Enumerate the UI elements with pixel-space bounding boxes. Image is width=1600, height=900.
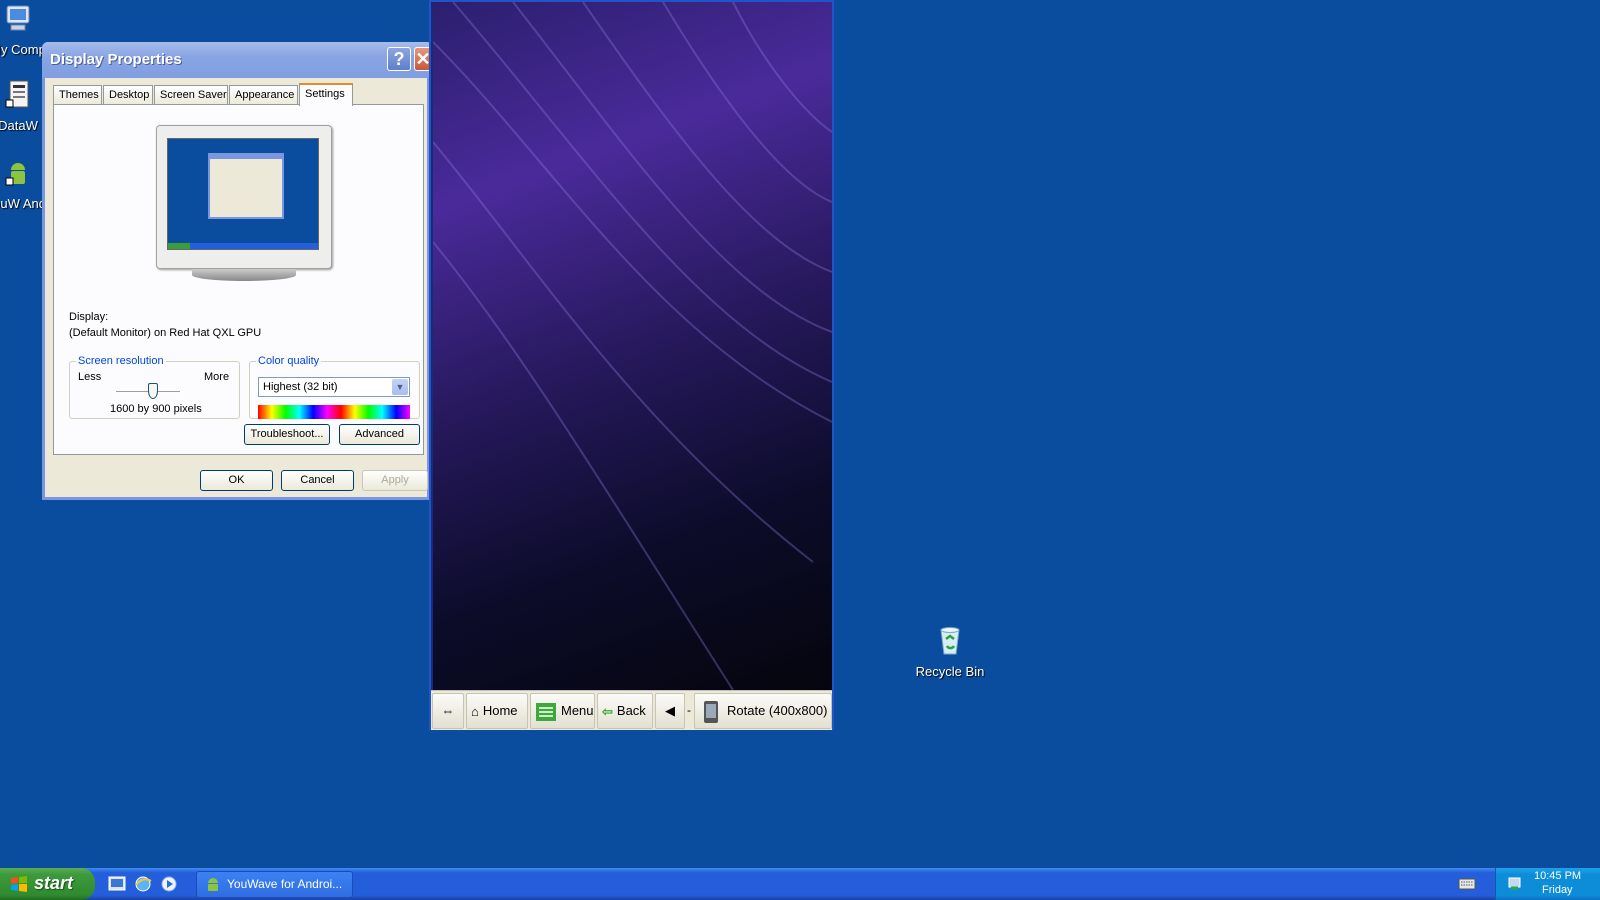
apply-button[interactable]: Apply <box>362 470 428 491</box>
show-desktop-icon[interactable] <box>107 874 127 894</box>
menu-button[interactable]: Menu <box>530 693 595 729</box>
display-value: (Default Monitor) on Red Hat QXL GPU <box>69 327 262 339</box>
ok-button[interactable]: OK <box>200 470 273 491</box>
display-properties-window: Display Properties ? ✕ Themes Desktop Sc… <box>42 42 433 500</box>
back-button[interactable]: ⇦ Back <box>597 693 653 729</box>
network-icon[interactable] <box>1506 875 1524 893</box>
android-screen[interactable] <box>433 2 832 690</box>
home-label: Home <box>482 703 518 718</box>
color-spectrum-bar <box>258 405 410 419</box>
back-label: Back <box>616 703 646 718</box>
tab-settings[interactable]: Settings <box>299 83 353 106</box>
cancel-button[interactable]: Cancel <box>281 470 354 491</box>
speaker-icon: ◀ <box>665 703 675 718</box>
android-emulator-window: ⇔ ⌂ Home Menu ⇦ Back ◀ - Rotate (400x800) <box>429 0 834 730</box>
windows-flag-icon <box>11 876 27 892</box>
settings-panel: Display: (Default Monitor) on Red Hat QX… <box>53 104 424 455</box>
color-quality-select[interactable]: Highest (32 bit) ▼ <box>258 377 410 397</box>
display-label: Display: <box>69 311 109 323</box>
troubleshoot-button[interactable]: Troubleshoot... <box>244 424 330 445</box>
chevron-down-icon[interactable]: ▼ <box>392 379 408 395</box>
menu-icon <box>536 702 556 721</box>
color-quality-legend: Color quality <box>258 355 320 367</box>
preview-window <box>208 153 284 219</box>
home-button[interactable]: ⌂ Home <box>466 693 528 729</box>
android-icon <box>208 878 218 891</box>
color-quality-group: Color quality Highest (32 bit) ▼ <box>249 355 420 419</box>
question-mark-icon: ? <box>393 49 405 69</box>
monitor-preview <box>156 125 332 283</box>
rotate-label: Rotate (400x800) <box>727 703 828 718</box>
clock-day: Friday <box>1542 884 1573 896</box>
media-player-icon[interactable] <box>159 874 179 894</box>
desktop-icon-recycle-bin[interactable]: Recycle Bin <box>910 624 990 680</box>
youwave-android-icon <box>5 163 25 186</box>
desktop-icon-label: Recycle Bin <box>915 664 985 679</box>
datawave-icon <box>5 80 29 108</box>
system-tray: 10:45 PM Friday <box>1495 868 1600 900</box>
advanced-button[interactable]: Advanced <box>339 424 420 445</box>
title-bar[interactable]: Display Properties ? ✕ <box>42 42 433 78</box>
rotate-button[interactable]: Rotate (400x800) <box>694 693 832 729</box>
less-label: Less <box>78 371 102 383</box>
preview-start-button <box>168 243 190 249</box>
help-button[interactable]: ? <box>387 47 411 71</box>
menu-label: Menu <box>561 703 594 718</box>
start-button[interactable]: start <box>0 868 95 900</box>
toolbar-separator: - <box>687 703 691 717</box>
desktop: { "desktop": { "icons": [ {"label": "My … <box>0 0 1600 900</box>
tab-themes[interactable]: Themes <box>53 85 102 105</box>
window-title: Display Properties <box>50 51 182 68</box>
taskbar: start YouWave for Androi... 10:45 PM Fri… <box>0 868 1600 900</box>
wallpaper-waves <box>433 2 832 690</box>
my-computer-icon <box>6 5 30 31</box>
emulator-toolbar: ⇔ ⌂ Home Menu ⇦ Back ◀ - Rotate (400x800) <box>431 690 832 730</box>
rotate-device-icon <box>704 700 718 723</box>
taskbar-item-label: YouWave for Androi... <box>227 877 343 891</box>
tab-appearance[interactable]: Appearance <box>229 85 298 105</box>
back-arrow-icon: ⇦ <box>602 703 613 719</box>
resolution-slider-thumb[interactable] <box>148 383 158 399</box>
resize-button[interactable]: ⇔ <box>432 693 464 729</box>
screen-resolution-group: Screen resolution Less More 1600 by 900 … <box>69 355 240 419</box>
start-label: start <box>34 873 74 893</box>
resolution-value: 1600 by 900 pixels <box>110 403 202 415</box>
screen-resolution-legend: Screen resolution <box>78 355 164 367</box>
preview-taskbar <box>168 243 318 249</box>
monitor-stand <box>192 269 296 281</box>
color-quality-value: Highest (32 bit) <box>263 381 338 393</box>
clock-time[interactable]: 10:45 PM <box>1534 870 1581 882</box>
tab-screen-saver[interactable]: Screen Saver <box>154 85 228 105</box>
keyboard-icon[interactable] <box>1458 877 1476 891</box>
recycle-bin-icon <box>940 627 960 655</box>
monitor-bezel <box>156 125 332 269</box>
tab-desktop[interactable]: Desktop <box>103 85 153 105</box>
taskbar-item-youwave[interactable]: YouWave for Androi... <box>196 871 353 898</box>
double-arrow-icon: ⇔ <box>441 703 455 718</box>
internet-explorer-icon[interactable] <box>133 874 153 894</box>
home-icon: ⌂ <box>471 703 479 719</box>
more-label: More <box>204 371 230 383</box>
volume-button[interactable]: ◀ <box>655 693 685 729</box>
monitor-screen-preview <box>167 138 319 250</box>
